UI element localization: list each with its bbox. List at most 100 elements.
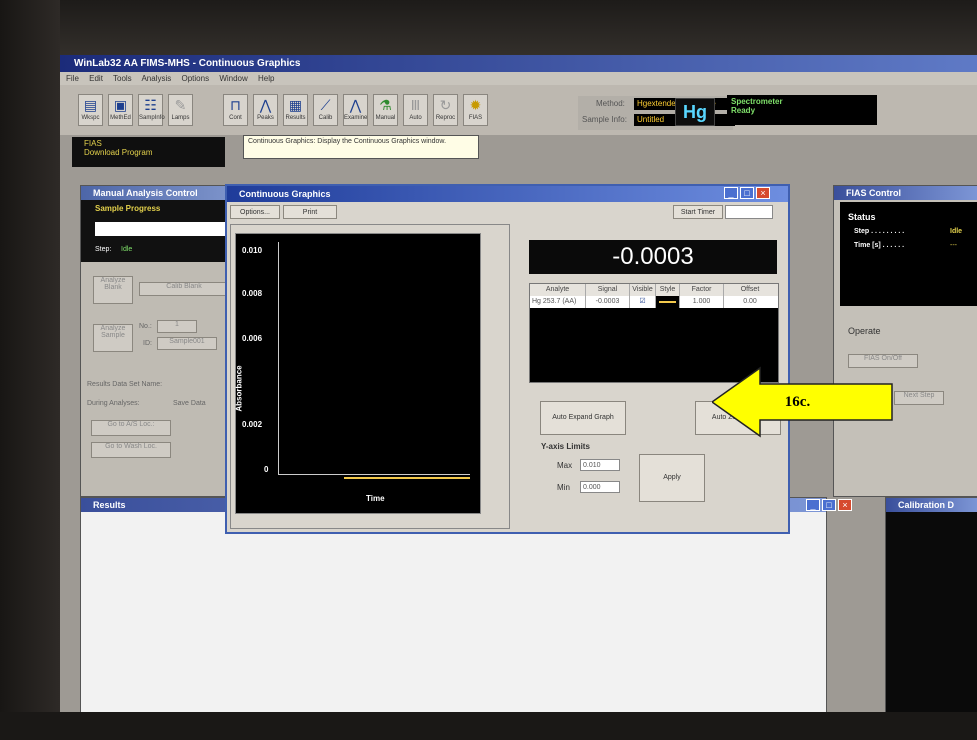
toolbar-calib-button[interactable]: ⟋ Calib <box>313 94 338 126</box>
element-indicator: Hg <box>675 98 715 126</box>
minimize-icon[interactable]: _ <box>724 187 738 199</box>
sample-progress-label: Sample Progress <box>95 204 161 213</box>
menu-window[interactable]: Window <box>219 74 247 83</box>
save-data-checkbox[interactable]: Save Data <box>173 400 206 407</box>
continuous-graphics-icon: ⊓ <box>230 97 241 113</box>
print-button[interactable]: Print <box>283 205 337 219</box>
table-row[interactable]: Hg 253.7 (AA) -0.0003 ☑ 1.000 0.00 <box>530 296 778 308</box>
menu-edit[interactable]: Edit <box>89 74 103 83</box>
menu-options[interactable]: Options <box>182 74 210 83</box>
x-axis-title: Time <box>366 494 385 503</box>
manual-icon: ⚗ <box>379 97 392 113</box>
y-tick-label: 0.010 <box>242 246 263 255</box>
sample-id-label: ID: <box>143 340 152 347</box>
callout-label: 16c. <box>784 394 811 410</box>
calibration-icon: ⟋ <box>320 97 331 113</box>
trace-style-swatch <box>659 301 676 303</box>
toolbar-sampinfo-button[interactable]: ☷ SampInfo <box>138 94 165 126</box>
max-input[interactable]: 0.010 <box>580 459 620 471</box>
toolbar-wkspc-button[interactable]: ▤ Wkspc <box>78 94 103 126</box>
maximize-icon[interactable]: □ <box>740 187 754 199</box>
spectrometer-title: Spectrometer <box>731 97 783 106</box>
app-titlebar: WinLab32 AA FIMS-MHS - Continuous Graphi… <box>60 55 977 72</box>
close-icon[interactable]: × <box>756 187 770 199</box>
table-header: Analyte Signal Visible Style Factor Offs… <box>530 284 778 296</box>
menu-file[interactable]: File <box>66 74 79 83</box>
cell-factor: 1.000 <box>680 296 724 308</box>
toolbar-reproc-button[interactable]: ↻ Reproc <box>433 94 458 126</box>
fias-status-panel: Status Step . . . . . . . . . Idle Time … <box>840 202 977 306</box>
continuous-graphics-title: Continuous Graphics <box>227 186 788 202</box>
goto-as-loc-button[interactable]: Go to A/S Loc.: <box>91 420 171 436</box>
fias-control-title: FIAS Control <box>834 186 977 200</box>
sample-id-input[interactable]: Sample001 <box>157 337 217 350</box>
monitor-bezel-top <box>0 0 977 58</box>
lamps-icon: ✎ <box>174 97 187 113</box>
signal-readout: -0.0003 <box>529 240 777 274</box>
header-factor: Factor <box>680 284 724 296</box>
calib-blank-select[interactable]: Calib Blank <box>139 282 229 296</box>
monitor-bezel-left <box>0 0 60 740</box>
operate-label: Operate <box>848 326 881 336</box>
toolbar-auto-button[interactable]: Ⅲ Auto <box>403 94 428 126</box>
header-offset: Offset <box>740 286 760 293</box>
results-window-controls: _ □ × <box>806 499 852 511</box>
results-icon: ▦ <box>288 97 303 113</box>
fias-next-step-button[interactable]: Next Step <box>894 391 944 405</box>
calibration-window: Calibration D <box>885 497 977 712</box>
toolbar-manual-button[interactable]: ⚗ Manual <box>373 94 398 126</box>
analyze-sample-button[interactable]: Analyze Sample <box>93 324 133 352</box>
close-icon[interactable]: × <box>838 499 852 511</box>
spectrometer-ready: Ready <box>731 106 756 115</box>
menu-tools[interactable]: Tools <box>113 74 132 83</box>
spectrometer-status: Spectrometer Ready <box>727 95 877 125</box>
toolbar-peaks-button[interactable]: ⋀ Peaks <box>253 94 278 126</box>
y-axis-title: Absorbance <box>234 365 244 412</box>
y-tick-label: 0.002 <box>242 420 263 429</box>
start-timer-button[interactable]: Start Timer <box>673 205 723 219</box>
goto-wash-loc-button[interactable]: Go to Wash Loc. <box>91 442 171 458</box>
toolbar-fias-button[interactable]: ✹ FIAS <box>463 94 488 126</box>
visible-checkbox[interactable]: ☑ <box>630 296 656 308</box>
download-program-label: Download Program <box>84 148 153 157</box>
options-button[interactable]: Options... <box>230 205 280 219</box>
menu-help[interactable]: Help <box>258 74 274 83</box>
method-label: Method: <box>596 99 625 108</box>
toolbar-cont-button[interactable]: ⊓ Cont <box>223 94 248 126</box>
minimize-icon[interactable]: _ <box>806 499 820 511</box>
sample-info-icon: ☷ <box>144 97 157 113</box>
sample-no-input[interactable]: 1 <box>157 320 197 333</box>
fias-time-label: Time [s] . . . . . . <box>854 242 905 249</box>
during-analyses-label: During Analyses: <box>87 400 140 407</box>
fias-control-window: FIAS Control Status Step . . . . . . . .… <box>833 185 977 497</box>
toolbar-lamps-button[interactable]: ✎ Lamps <box>168 94 193 126</box>
sample-info-label: Sample Info: <box>582 115 627 124</box>
continuous-graph: 0.010 0.008 0.006 0.002 0 Absorbance Tim… <box>235 233 481 514</box>
analyze-blank-button[interactable]: Analyze Blank <box>93 276 133 304</box>
cell-style[interactable] <box>656 296 680 308</box>
menu-analysis[interactable]: Analysis <box>141 74 171 83</box>
fias-download-panel[interactable]: FIAS Download Program <box>72 137 225 167</box>
cell-offset: 0.00 <box>743 298 757 305</box>
step-value: Idle <box>121 246 133 253</box>
toolbar-results-button[interactable]: ▦ Results <box>283 94 308 126</box>
header-analyte: Analyte <box>530 284 586 296</box>
peaks-icon: ⋀ <box>259 97 272 113</box>
cg-window-controls: _ □ × <box>724 187 770 199</box>
calibration-title: Calibration D <box>886 498 977 512</box>
y-axis-limits-label: Y-axis Limits <box>541 442 590 451</box>
maximize-icon[interactable]: □ <box>822 499 836 511</box>
results-data-set-label: Results Data Set Name: <box>87 381 163 388</box>
apply-button[interactable]: Apply <box>639 454 705 502</box>
signal-trace <box>344 477 470 479</box>
toolbar-methed-button[interactable]: ▣ MethEd <box>108 94 133 126</box>
toolbar-examine-button[interactable]: ⋀ Examine <box>343 94 368 126</box>
step-label: Step: <box>95 246 112 253</box>
examine-icon: ⋀ <box>349 97 362 113</box>
auto-expand-graph-button[interactable]: Auto Expand Graph <box>540 401 626 435</box>
x-axis-line <box>278 474 470 475</box>
auto-icon: Ⅲ <box>410 97 421 113</box>
min-input[interactable]: 0.000 <box>580 481 620 493</box>
method-editor-icon: ▣ <box>113 97 128 113</box>
fias-label: FIAS <box>84 139 102 148</box>
